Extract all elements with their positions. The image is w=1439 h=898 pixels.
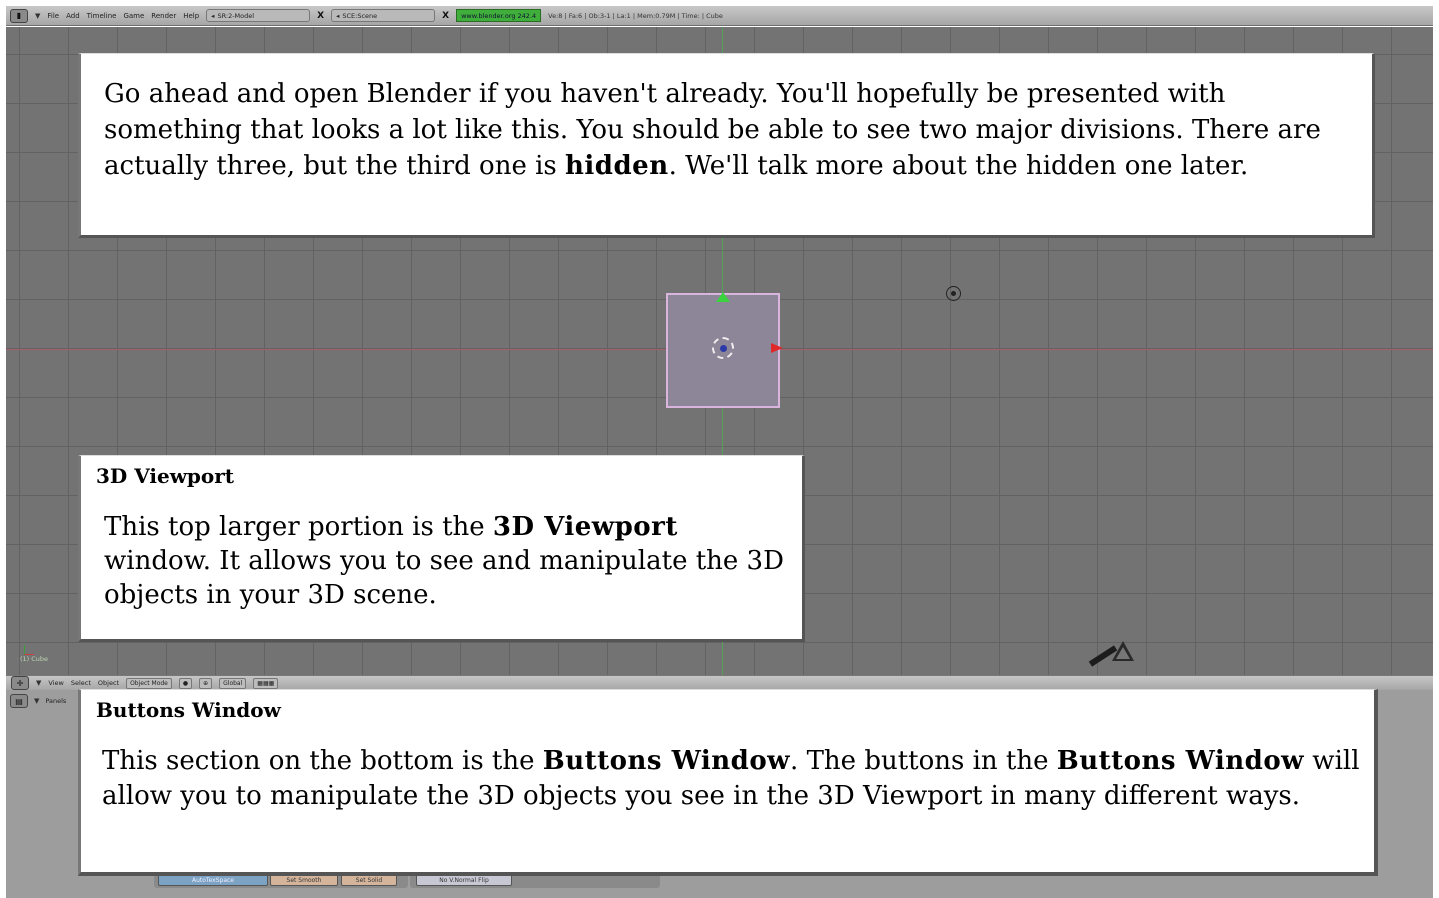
viewport-window-type-icon[interactable]: ✛	[11, 676, 29, 690]
buttons-annotation-title: Buttons Window	[96, 698, 281, 722]
intro-annotation-box: Go ahead and open Blender if you haven't…	[78, 53, 1375, 238]
menu-timeline[interactable]: Timeline	[87, 12, 117, 20]
mode-dropdown[interactable]: Object Mode	[126, 677, 172, 689]
viewport-header: ✛ ▼ View Select Object Object Mode ● ⊕ G…	[6, 675, 1439, 690]
panels-menu[interactable]: Panels	[45, 697, 66, 705]
buttons-window-header: ▤ ▼ Panels	[6, 694, 66, 708]
layers-grid-icon[interactable]: ▦▦▦	[253, 677, 279, 689]
menu-help[interactable]: Help	[183, 12, 199, 20]
scene-browse-icon[interactable]: ◂	[336, 12, 339, 20]
blender-org-link[interactable]: www.blender.org 242.4	[456, 9, 542, 22]
object-origin-icon	[720, 345, 727, 352]
buttons-collapse-icon[interactable]: ▼	[34, 697, 39, 705]
screen-selector[interactable]: ◂ SR:2-Model	[206, 9, 311, 22]
buttons-text-bold2: Buttons Window	[1056, 746, 1305, 776]
y-manipulator-arrow-icon[interactable]	[716, 292, 730, 302]
viewport-text-bold: 3D Viewport	[492, 512, 678, 542]
intro-text: Go ahead and open Blender if you haven't…	[104, 76, 1359, 184]
delete-scene-icon[interactable]: X	[442, 11, 449, 21]
buttons-text-bold1: Buttons Window	[542, 746, 791, 776]
viewport-text-part2: window. It allows you to see and manipul…	[104, 546, 784, 610]
x-manipulator-arrow-icon[interactable]	[771, 343, 783, 353]
lamp-object-icon[interactable]	[946, 286, 961, 301]
screen-right-edge	[1433, 0, 1439, 898]
orientation-dropdown[interactable]: Global	[219, 677, 247, 689]
pivot-icon[interactable]: ⊕	[199, 677, 213, 689]
blender-top-header: ▮ ▼ File Add Timeline Game Render Help ◂…	[6, 6, 1439, 26]
menu-game[interactable]: Game	[123, 12, 144, 20]
menu-add[interactable]: Add	[66, 12, 80, 20]
delete-screen-icon[interactable]: X	[317, 11, 324, 21]
buttons-annotation-box: Buttons Window This section on the botto…	[78, 689, 1378, 876]
menu-view[interactable]: View	[48, 679, 63, 687]
view-axes-icon	[24, 645, 34, 655]
viewport-annotation-title: 3D Viewport	[96, 464, 235, 488]
menu-object[interactable]: Object	[98, 679, 119, 687]
menu-select[interactable]: Select	[71, 679, 91, 687]
intro-text-part2: . We'll talk more about the hidden one l…	[668, 151, 1249, 181]
viewport-annotation-box: 3D Viewport This top larger portion is t…	[78, 455, 805, 642]
menu-file[interactable]: File	[47, 12, 59, 20]
active-object-label: (1) Cube	[20, 655, 49, 663]
screen-name: SR:2-Model	[217, 11, 255, 20]
intro-text-bold: hidden	[565, 151, 669, 181]
buttons-annotation-text: This section on the bottom is the Button…	[102, 744, 1362, 814]
scene-name: SCE:Scene	[342, 11, 378, 20]
camera-frustum-inner	[1116, 647, 1130, 659]
buttons-window-type-icon[interactable]: ▤	[10, 694, 28, 708]
scene-stats: Ve:8 | Fa:6 | Ob:3-1 | La:1 | Mem:0.79M …	[548, 11, 723, 20]
viewport-text-part1: This top larger portion is the	[104, 512, 493, 542]
menu-render[interactable]: Render	[151, 12, 176, 20]
viewport-annotation-text: This top larger portion is the 3D Viewpo…	[104, 510, 784, 612]
viewport-collapse-icon[interactable]: ▼	[36, 679, 41, 687]
collapse-triangle-icon[interactable]: ▼	[35, 12, 40, 20]
buttons-text-part2: . The buttons in the	[790, 746, 1057, 776]
scene-selector[interactable]: ◂ SCE:Scene	[331, 9, 436, 22]
draw-type-icon[interactable]: ●	[178, 677, 193, 689]
buttons-text-part1: This section on the bottom is the	[102, 746, 543, 776]
window-type-icon[interactable]: ▮	[10, 8, 28, 23]
screen-browse-icon[interactable]: ◂	[211, 12, 214, 20]
